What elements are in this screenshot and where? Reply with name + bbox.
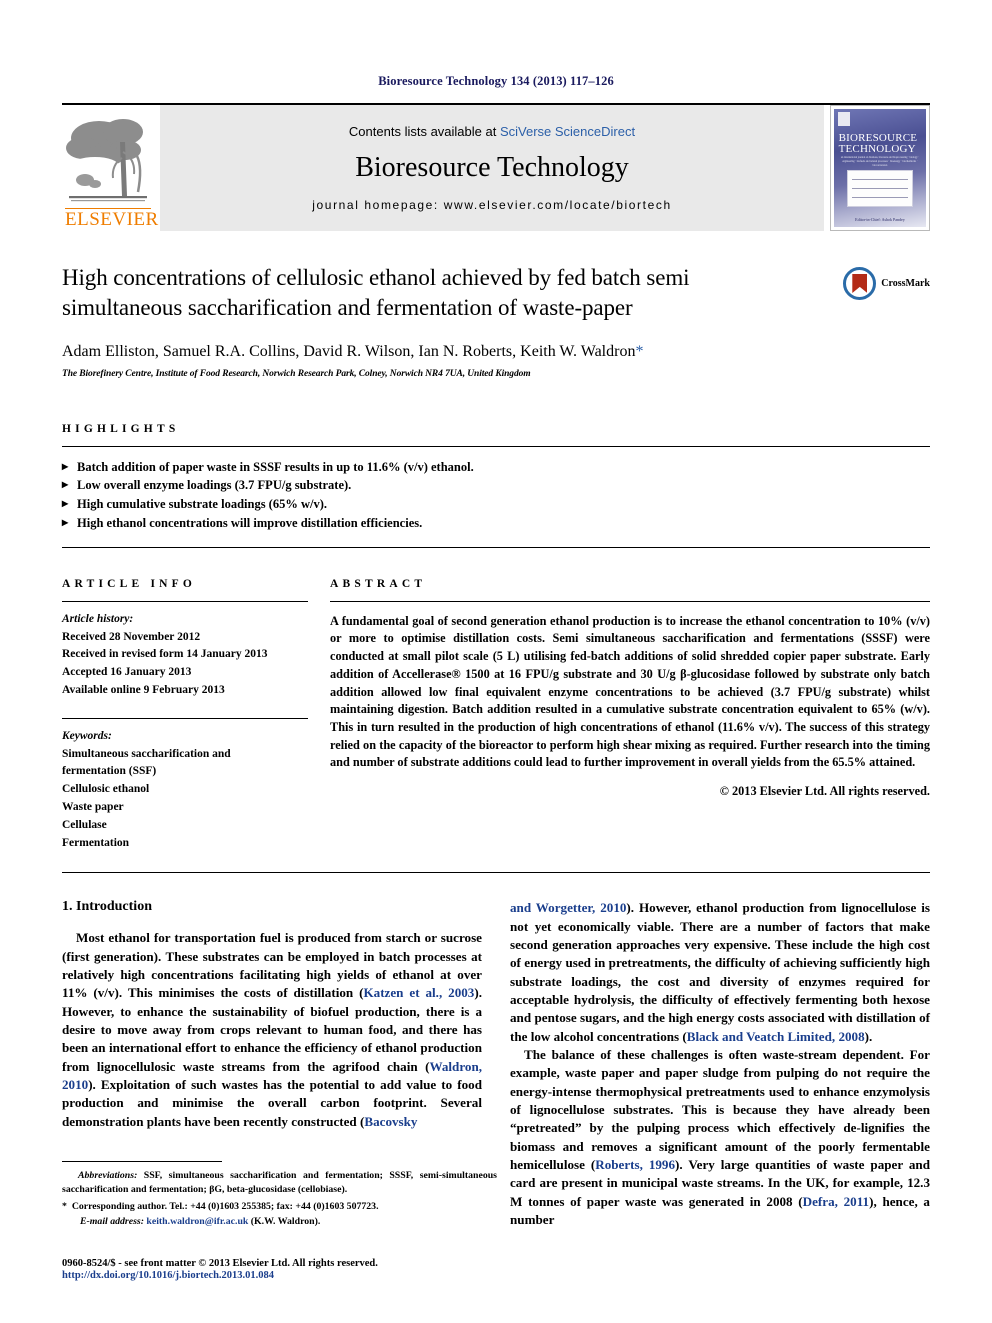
footnote-corresponding-author: * Corresponding author. Tel.: +44 (0)160… xyxy=(62,1200,497,1214)
contents-available-line: Contents lists available at SciVerse Sci… xyxy=(349,124,635,139)
highlights-list: Batch addition of paper waste in SSSF re… xyxy=(62,457,930,533)
corresponding-author-marker: * xyxy=(635,342,644,360)
keywords-block: Keywords: Simultaneous saccharification … xyxy=(62,717,308,853)
list-item: High ethanol concentrations will improve… xyxy=(62,513,930,533)
section-title-introduction: 1. Introduction xyxy=(62,899,152,915)
citation-katzen[interactable]: Katzen et al., 2003 xyxy=(363,985,474,1000)
cover-figure-panel xyxy=(846,170,914,207)
crossmark-badge-group[interactable]: CrossMark xyxy=(843,267,930,300)
journal-cover-thumbnail: BIORESOURCE TECHNOLOGY an international … xyxy=(830,105,930,231)
title-block: CrossMark High concentrations of cellulo… xyxy=(62,263,930,379)
cover-caption: an international journal on biomass, bio… xyxy=(840,156,920,167)
page-footer: 0960-8524/$ - see front matter © 2013 El… xyxy=(62,1258,582,1281)
footnote-rule xyxy=(62,1161,222,1163)
elsevier-wordmark: ELSEVIER xyxy=(65,208,159,230)
cover-elsevier-icon xyxy=(838,112,850,126)
keyword-item: Cellulosic ethanol xyxy=(62,783,150,796)
author-names: Adam Elliston, Samuel R.A. Collins, Davi… xyxy=(62,342,636,360)
cover-title-line-2: TECHNOLOGY xyxy=(838,142,916,155)
corresponding-marker: * xyxy=(62,1200,67,1212)
highlights-section: HIGHLIGHTS Batch addition of paper waste… xyxy=(62,423,930,548)
running-head: Bioresource Technology 134 (2013) 117–12… xyxy=(378,74,614,88)
highlights-rule-bottom xyxy=(62,546,930,548)
crossmark-icon xyxy=(843,267,877,300)
highlights-rule-top xyxy=(62,445,930,447)
abstract-rule xyxy=(330,600,930,602)
keyword-item: fermentation (SSF) xyxy=(62,765,157,778)
article-info-column: ARTICLE INFO Article history: Received 2… xyxy=(62,578,330,853)
intro-paragraph-left: Most ethanol for transportation fuel is … xyxy=(62,929,482,1131)
page-title: High concentrations of cellulosic ethano… xyxy=(62,265,690,321)
citation-roberts[interactable]: Roberts, 1996 xyxy=(595,1157,675,1172)
citation-black-veatch[interactable]: Black and Veatch Limited, 2008 xyxy=(687,1029,865,1044)
elsevier-logo: ELSEVIER xyxy=(62,105,159,231)
keyword-item: Cellulase xyxy=(62,818,107,831)
email-label: E-mail address: xyxy=(80,1215,144,1227)
keywords-label: Keywords: xyxy=(62,729,112,742)
info-abstract-row: ARTICLE INFO Article history: Received 2… xyxy=(62,578,930,853)
article-history-block: Article history: Received 28 November 20… xyxy=(62,611,308,700)
elsevier-tree-icon xyxy=(65,112,151,208)
intro-text-c: ). Exploitation of such wastes has the p… xyxy=(62,1077,482,1129)
email-suffix: (K.W. Waldron). xyxy=(248,1215,321,1227)
journal-title: Bioresource Technology xyxy=(355,152,629,183)
crossmark-label: CrossMark xyxy=(881,278,930,289)
journal-masthead: ELSEVIER Contents lists available at Sci… xyxy=(62,103,930,231)
keyword-item: Waste paper xyxy=(62,801,124,814)
footnote-abbreviations: Abbreviations: SSF, simultaneous sacchar… xyxy=(62,1169,497,1197)
affiliation-line: The Biorefinery Centre, Institute of Foo… xyxy=(62,368,531,379)
intro-paragraph-right-1: and Worgetter, 2010). However, ethanol p… xyxy=(510,899,930,1046)
list-item: Batch addition of paper waste in SSSF re… xyxy=(62,457,930,477)
keywords-rule xyxy=(62,717,308,719)
corresponding-text: Corresponding author. Tel.: +44 (0)1603 … xyxy=(71,1200,379,1212)
contents-prefix: Contents lists available at xyxy=(348,124,500,139)
list-item: Low overall enzyme loadings (3.7 FPU/g s… xyxy=(62,475,930,495)
citation-worgetter[interactable]: and Worgetter, 2010 xyxy=(510,900,626,915)
keyword-item: Simultaneous saccharification and xyxy=(62,747,231,760)
history-item: Accepted 16 January 2013 xyxy=(62,666,192,679)
section-divider xyxy=(62,872,930,874)
abstract-heading: ABSTRACT xyxy=(330,577,427,590)
journal-banner: Contents lists available at SciVerse Sci… xyxy=(160,105,824,231)
keyword-item: Fermentation xyxy=(62,836,130,849)
footnotes-block: Abbreviations: SSF, simultaneous sacchar… xyxy=(62,1161,497,1229)
author-list: Adam Elliston, Samuel R.A. Collins, Davi… xyxy=(62,343,930,361)
footnote-email: E-mail address: keith.waldron@ifr.ac.uk … xyxy=(62,1215,497,1229)
intro-paragraph-right-2: The balance of these challenges is often… xyxy=(510,1046,930,1229)
journal-homepage-link[interactable]: journal homepage: www.elsevier.com/locat… xyxy=(312,198,671,212)
doi-link[interactable]: http://dx.doi.org/10.1016/j.biortech.201… xyxy=(62,1270,582,1281)
abbrev-label: Abbreviations: xyxy=(78,1170,138,1182)
list-item: High cumulative substrate loadings (65% … xyxy=(62,494,930,514)
highlights-heading: HIGHLIGHTS xyxy=(62,422,180,435)
paper-page: Bioresource Technology 134 (2013) 117–12… xyxy=(0,0,992,1323)
cover-art: BIORESOURCE TECHNOLOGY an international … xyxy=(834,109,926,227)
abstract-text: A fundamental goal of second generation … xyxy=(330,613,930,770)
keywords-list: Keywords: Simultaneous saccharification … xyxy=(62,728,308,853)
sciencedirect-link[interactable]: SciVerse ScienceDirect xyxy=(500,124,635,139)
intro-right-text-a: ). However, ethanol production from lign… xyxy=(510,900,930,1044)
intro-right-text-b: ). xyxy=(864,1028,873,1044)
citation-bacovsky[interactable]: Bacovsky xyxy=(364,1114,417,1129)
body-column-right: and Worgetter, 2010). However, ethanol p… xyxy=(510,899,930,1229)
history-item: Received in revised form 14 January 2013 xyxy=(62,648,268,661)
abstract-column: ABSTRACT A fundamental goal of second ge… xyxy=(330,578,930,853)
history-item: Received 28 November 2012 xyxy=(62,630,201,643)
email-link[interactable]: keith.waldron@ifr.ac.uk xyxy=(146,1216,248,1227)
citation-defra[interactable]: Defra, 2011 xyxy=(803,1194,869,1209)
intro-right2-text-a: The balance of these challenges is often… xyxy=(510,1047,930,1173)
article-info-heading: ARTICLE INFO xyxy=(62,577,197,590)
abstract-copyright: © 2013 Elsevier Ltd. All rights reserved… xyxy=(719,784,930,799)
article-info-rule xyxy=(62,600,308,602)
cover-title: BIORESOURCE TECHNOLOGY xyxy=(838,132,922,155)
article-history-label: Article history: xyxy=(62,612,134,625)
issn-copyright-line: 0960-8524/$ - see front matter © 2013 El… xyxy=(62,1258,378,1269)
history-item: Available online 9 February 2013 xyxy=(62,683,225,696)
cover-editor-line: Editor-in-Chief: Ashok Pandey xyxy=(855,217,905,223)
